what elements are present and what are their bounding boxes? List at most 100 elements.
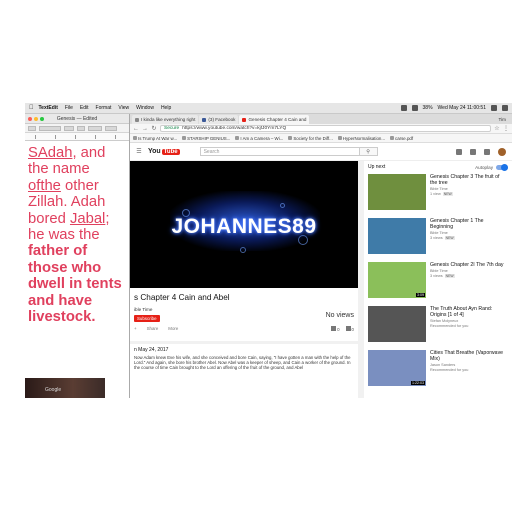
video-actions: + Share More: [134, 326, 178, 331]
app-menu[interactable]: TextEdit: [39, 105, 58, 111]
search-button[interactable]: ⚲: [359, 147, 378, 156]
bookmark-item[interactable]: carse.pdf: [390, 136, 413, 141]
header-icons: [456, 147, 506, 156]
format-buttons[interactable]: [88, 125, 102, 131]
dislike-button[interactable]: 0: [345, 326, 354, 332]
menu-edit[interactable]: Edit: [80, 105, 89, 111]
tab-facebook[interactable]: (3) Facebook: [199, 115, 239, 124]
font-style-select[interactable]: [64, 125, 74, 131]
autoplay-toggle[interactable]: [496, 163, 508, 171]
video-thumbnail[interactable]: 3:09: [368, 262, 426, 298]
wifi-icon[interactable]: [400, 105, 407, 111]
tab-label: I kinda like everything right: [141, 117, 196, 122]
menu-help[interactable]: Help: [161, 105, 171, 111]
bookmark-item[interactable]: HyperNormalisation...: [337, 136, 385, 141]
font-family-select[interactable]: [39, 125, 61, 131]
paragraph-style-select[interactable]: [28, 125, 36, 131]
up-next-panel: Up next Autoplay Genesis Chapter 3 The f…: [364, 161, 512, 398]
new-badge: NEW: [444, 236, 455, 241]
share-button[interactable]: Share: [147, 326, 159, 331]
video-description: n May 24, 2017 Now Adam knew Eve his wif…: [130, 344, 358, 398]
font-size-select[interactable]: [77, 125, 85, 131]
thumbs-down-icon: [345, 326, 351, 331]
recommendation-item[interactable]: Genesis Chapter 1 The Beginning Bible Tim…: [364, 218, 512, 261]
recommendation-list: Genesis Chapter 3 The fruit of the tree B…: [364, 174, 512, 393]
view-text: Recommended for you: [430, 324, 469, 329]
view-text: 3 views: [430, 274, 443, 279]
channel-name[interactable]: ible Time: [134, 307, 152, 312]
textedit-title: Genesis — Edited: [56, 115, 98, 122]
tab-youtube[interactable]: Genesis Chapter 4 Cain and: [239, 115, 310, 124]
recommendation-item[interactable]: 3:09 Genesis Chapter 2I The 7th day Bible …: [364, 262, 512, 305]
duration-badge: 3:09: [416, 293, 425, 297]
bookmark-item[interactable]: Is Trump At War w...: [133, 136, 177, 141]
textedit-titlebar: Genesis — Edited: [25, 114, 129, 124]
search-icon[interactable]: [491, 105, 497, 111]
apple-icon[interactable]: : [29, 105, 34, 111]
forward-icon[interactable]: →: [142, 126, 148, 132]
menu-view[interactable]: View: [118, 105, 129, 111]
ruler[interactable]: [25, 133, 129, 141]
notifications-icon[interactable]: [484, 148, 490, 155]
youtube-logo[interactable]: You Tube: [148, 148, 180, 155]
recommendation-views: 3 views NEW: [430, 274, 503, 279]
menu-dots-icon[interactable]: ⋮: [503, 125, 509, 132]
video-thumbnail[interactable]: [368, 174, 426, 210]
menu-file[interactable]: File: [65, 105, 73, 111]
alignment-buttons[interactable]: [105, 125, 117, 131]
status-area: 38% Wed May 24 11:00:51: [400, 105, 508, 111]
avatar[interactable]: [498, 147, 506, 156]
clock[interactable]: Wed May 24 11:00:51: [438, 105, 486, 111]
zoom-icon[interactable]: [40, 117, 44, 121]
video-thumbnail[interactable]: 1:22:03: [368, 350, 426, 386]
recommendation-title[interactable]: Genesis Chapter 1 The Beginning: [430, 218, 508, 230]
add-icon[interactable]: +: [134, 326, 137, 331]
upload-icon[interactable]: [456, 148, 462, 155]
recommendation-item[interactable]: The Truth About Ayn Rand: Origins [1 of …: [364, 306, 512, 349]
tab-strip: I kinda like everything right (3) Facebo…: [130, 114, 512, 124]
battery-percent[interactable]: 38%: [423, 105, 433, 111]
bookmark-item[interactable]: I Am a Camera – Wi...: [235, 136, 283, 141]
menu-window[interactable]: Window: [136, 105, 154, 111]
document-text[interactable]: SAdah, and the name ofthe other Zillah. …: [25, 141, 129, 325]
more-button[interactable]: More: [168, 326, 178, 331]
text-bold-run: father of those who dwell in tents and h…: [28, 243, 122, 326]
list-icon[interactable]: [502, 105, 508, 111]
video-thumbnail[interactable]: [368, 306, 426, 342]
desktop-screen:  TextEdit File Edit Format View Window …: [25, 103, 512, 398]
bookmark-item[interactable]: Society for the Diff...: [288, 136, 333, 141]
url-field[interactable]: Secure https://www.youtube.com/watch?v=k…: [160, 125, 491, 132]
profile-name[interactable]: Tim: [499, 117, 506, 122]
bookmark-icon: [133, 136, 137, 140]
reload-icon[interactable]: ↻: [151, 125, 157, 132]
apps-icon[interactable]: [470, 148, 476, 155]
tab-1[interactable]: I kinda like everything right: [132, 115, 199, 124]
volume-icon[interactable]: [411, 105, 418, 111]
video-thumbnail[interactable]: [368, 218, 426, 254]
recommendation-meta: The Truth About Ayn Rand: Origins [1 of …: [430, 306, 508, 329]
recommendation-title[interactable]: Genesis Chapter 2I The 7th day: [430, 262, 503, 268]
recommendation-title[interactable]: Genesis Chapter 3 The fruit of the tree: [430, 174, 508, 186]
hamburger-icon[interactable]: ☰: [136, 148, 142, 155]
recommendation-item[interactable]: 1:22:03 Cities That Breathe (Vaporwave Mi…: [364, 350, 512, 393]
video-player[interactable]: JOHANNES89: [130, 161, 358, 288]
textedit-toolbar: [25, 124, 129, 133]
subscribe-button[interactable]: Subscribe: [134, 315, 160, 322]
star-icon[interactable]: ☆: [494, 125, 500, 132]
menu-format[interactable]: Format: [96, 105, 112, 111]
close-icon[interactable]: [28, 117, 32, 121]
minimize-icon[interactable]: [34, 117, 38, 121]
recommendation-title[interactable]: Cities That Breathe (Vaporwave Mix): [430, 350, 508, 362]
secure-label: Secure: [164, 126, 180, 131]
recommendation-title[interactable]: The Truth About Ayn Rand: Origins [1 of …: [430, 306, 508, 318]
search-input[interactable]: Search: [199, 147, 360, 156]
bookmark-item[interactable]: STARSHIP GENIUS...: [182, 136, 230, 141]
desktop-corner: Google: [25, 378, 105, 398]
new-badge: NEW: [442, 192, 453, 197]
like-button[interactable]: 0: [331, 326, 340, 332]
recommendation-channel: Bible Time: [430, 187, 448, 191]
back-icon[interactable]: ←: [133, 126, 139, 132]
tab-label: Genesis Chapter 4 Cain and: [248, 117, 307, 122]
recommendation-item[interactable]: Genesis Chapter 3 The fruit of the tree B…: [364, 174, 512, 217]
page-icon: [135, 117, 139, 122]
